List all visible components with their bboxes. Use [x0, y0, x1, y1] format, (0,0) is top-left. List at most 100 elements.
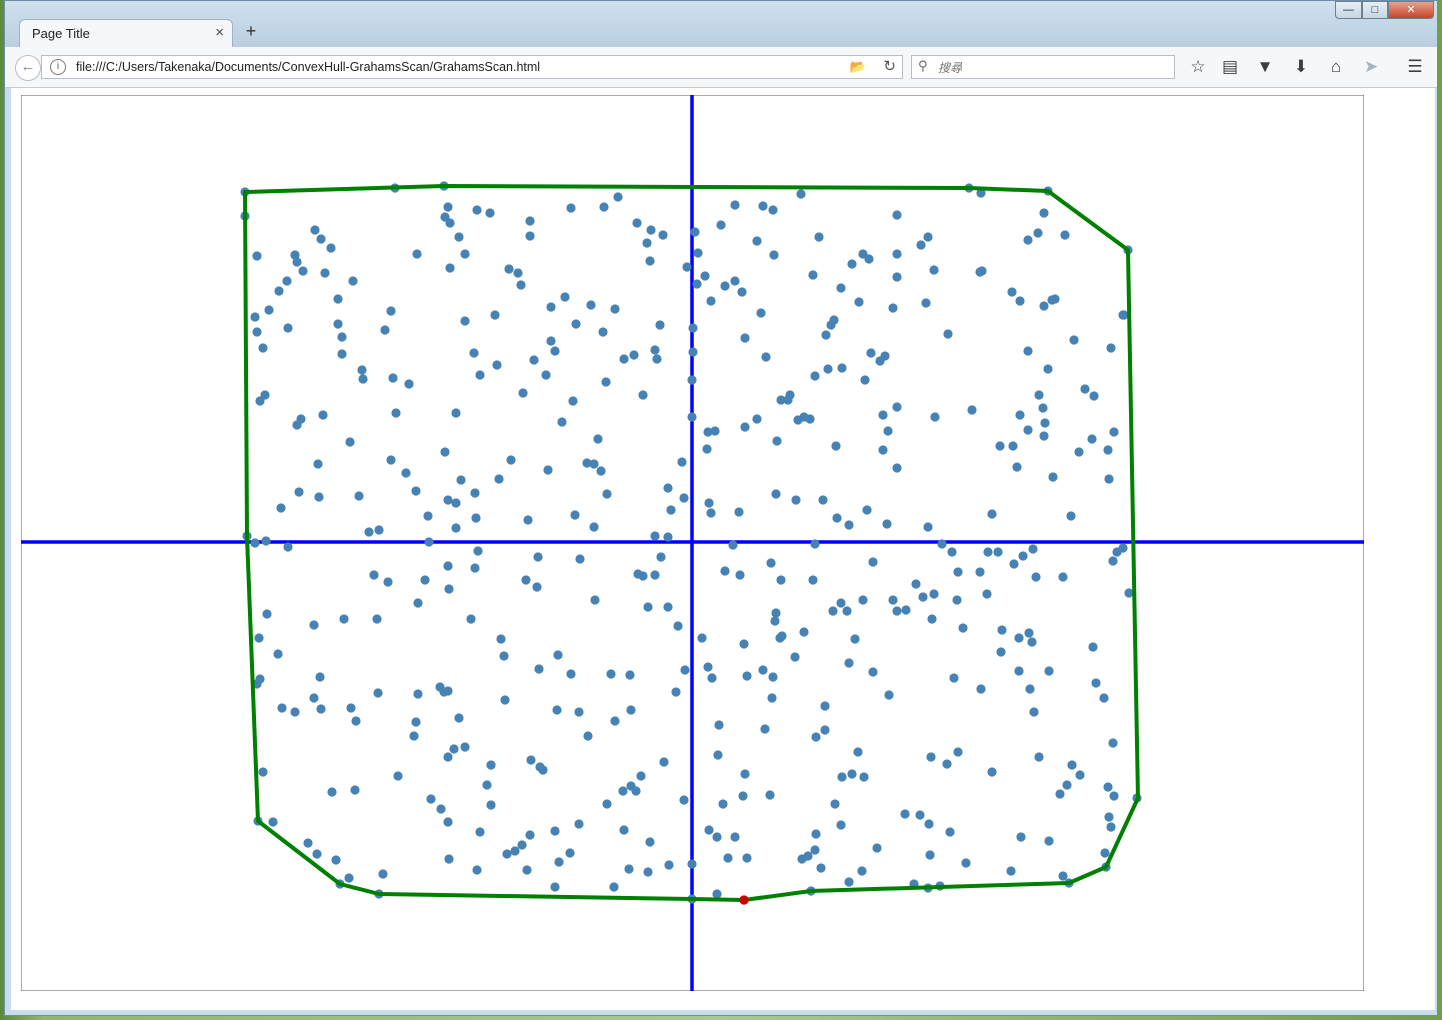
data-point: [765, 790, 775, 800]
data-point: [820, 701, 830, 711]
url-text[interactable]: file:///C:/Users/Takenaka/Documents/Conv…: [76, 60, 540, 74]
data-point: [872, 843, 882, 853]
data-point: [730, 832, 740, 842]
download-icon[interactable]: ⬇: [1288, 55, 1314, 79]
data-point: [923, 522, 933, 532]
reload-icon[interactable]: ↻: [883, 57, 896, 75]
data-point: [632, 218, 642, 228]
data-point: [638, 571, 648, 581]
data-point: [1106, 343, 1116, 353]
data-point: [810, 539, 820, 549]
data-point: [313, 459, 323, 469]
minimize-button[interactable]: —: [1335, 1, 1362, 19]
data-point: [742, 671, 752, 681]
data-point: [768, 672, 778, 682]
data-point: [574, 707, 584, 717]
data-point: [560, 292, 570, 302]
data-point: [1104, 474, 1114, 484]
data-point: [1028, 544, 1038, 554]
data-point: [513, 268, 523, 278]
data-point: [892, 463, 902, 473]
data-point: [892, 272, 902, 282]
grahams-scan-canvas[interactable]: [21, 95, 1364, 991]
data-point: [918, 592, 928, 602]
status-strip: [5, 1010, 1437, 1015]
data-point: [337, 332, 347, 342]
data-point: [808, 575, 818, 585]
data-point: [860, 375, 870, 385]
data-point: [858, 595, 868, 605]
tab-page-title[interactable]: Page Title ×: [19, 19, 233, 47]
back-button[interactable]: ←: [15, 55, 41, 81]
data-point: [566, 669, 576, 679]
data-point: [706, 296, 716, 306]
data-point: [866, 348, 876, 358]
data-point: [831, 441, 841, 451]
data-point: [697, 633, 707, 643]
data-point: [522, 865, 532, 875]
data-point: [1080, 384, 1090, 394]
data-point: [602, 489, 612, 499]
new-tab-button[interactable]: +: [241, 21, 261, 42]
data-point: [1015, 296, 1025, 306]
data-point: [443, 561, 453, 571]
star-icon[interactable]: ☆: [1185, 55, 1211, 79]
data-point: [250, 538, 260, 548]
data-point: [707, 673, 717, 683]
data-point: [590, 595, 600, 605]
data-point: [486, 760, 496, 770]
data-point: [516, 280, 526, 290]
data-point: [976, 684, 986, 694]
data-point: [423, 511, 433, 521]
home-icon[interactable]: ⌂: [1323, 55, 1349, 79]
data-point: [443, 686, 453, 696]
data-point: [1023, 346, 1033, 356]
data-point: [309, 693, 319, 703]
title-bar: Page Title × + — □ ✕: [5, 1, 1437, 47]
data-point: [810, 845, 820, 855]
data-point: [687, 859, 697, 869]
data-point: [504, 264, 514, 274]
data-point: [921, 298, 931, 308]
share-icon[interactable]: ➤: [1358, 55, 1384, 79]
data-point: [443, 817, 453, 827]
data-point: [404, 379, 414, 389]
menu-icon[interactable]: ☰: [1402, 55, 1428, 79]
data-point: [496, 634, 506, 644]
data-point: [878, 410, 888, 420]
data-point: [261, 536, 271, 546]
search-input[interactable]: [936, 58, 1170, 78]
data-point: [650, 570, 660, 580]
data-point: [609, 882, 619, 892]
data-point: [589, 459, 599, 469]
data-point: [703, 662, 713, 672]
data-point: [1109, 427, 1119, 437]
close-tab-icon[interactable]: ×: [215, 24, 224, 41]
folder-icon[interactable]: 📂: [850, 59, 866, 75]
data-point: [1058, 572, 1068, 582]
data-point: [796, 189, 806, 199]
maximize-button[interactable]: □: [1362, 1, 1388, 19]
data-point: [283, 323, 293, 333]
pocket-icon[interactable]: ▼: [1252, 55, 1278, 79]
data-point: [666, 505, 676, 515]
data-point: [472, 205, 482, 215]
url-bar[interactable]: i file:///C:/Users/Takenaka/Documents/Co…: [41, 55, 903, 79]
data-point: [712, 889, 722, 899]
data-point: [700, 271, 710, 281]
data-point: [626, 705, 636, 715]
close-window-button[interactable]: ✕: [1388, 1, 1434, 19]
data-point: [523, 515, 533, 525]
data-point: [351, 716, 361, 726]
data-point: [492, 360, 502, 370]
reading-list-icon[interactable]: ▤: [1217, 55, 1243, 79]
data-point: [326, 243, 336, 253]
data-point: [469, 348, 479, 358]
data-point: [720, 281, 730, 291]
search-bar[interactable]: ⚲: [911, 55, 1175, 79]
data-point: [413, 689, 423, 699]
data-point: [740, 769, 750, 779]
data-point: [312, 849, 322, 859]
data-point: [1087, 434, 1097, 444]
info-icon[interactable]: i: [50, 59, 66, 75]
